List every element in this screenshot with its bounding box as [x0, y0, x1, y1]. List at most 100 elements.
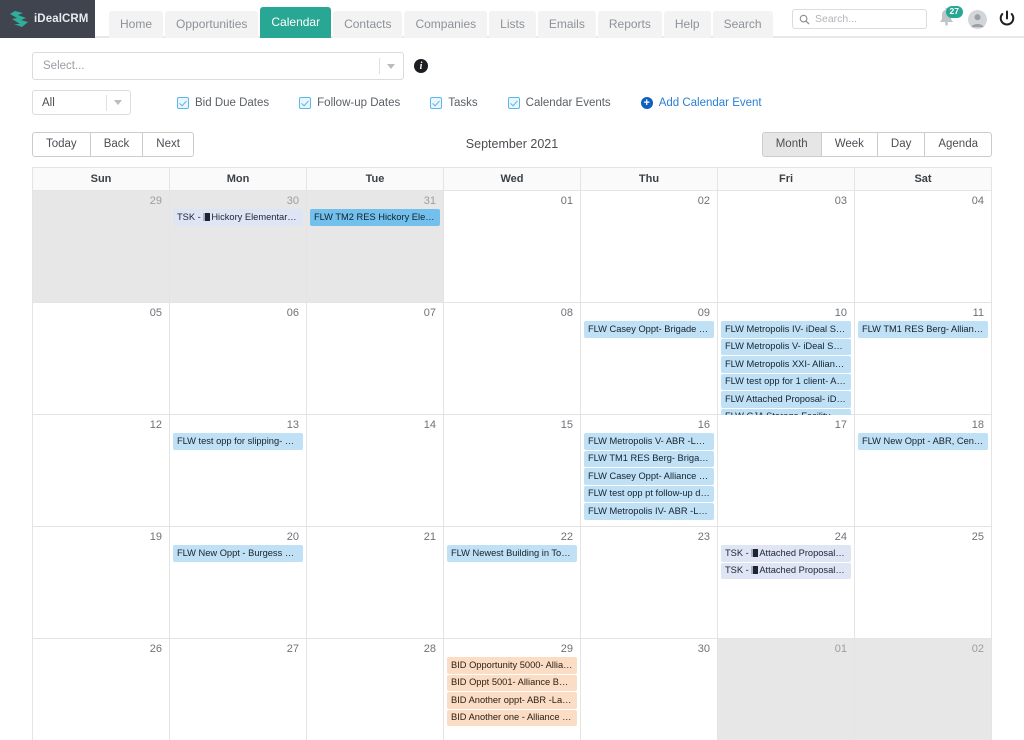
filter-row-bottom: All Bid Due Dates Follow-up Dates Tasks	[32, 90, 992, 115]
calendar-day-cell[interactable]: 12	[33, 415, 170, 527]
nav-item-emails[interactable]: Emails	[537, 11, 596, 38]
calendar-event-chip[interactable]: FLW Metropolis XXI- Alliance Buil...	[721, 356, 851, 373]
calendar-day-cell[interactable]: 28	[307, 639, 444, 740]
calendar-weeks: 29 30 TSK - Hickory Elementary Schoo... 31 F…	[33, 191, 992, 740]
calendar-event-chip[interactable]: TSK - Attached Proposal - Task ...	[721, 562, 851, 579]
task-icon	[751, 548, 759, 557]
calendar-day-cell[interactable]: 21	[307, 527, 444, 639]
calendar-event-chip[interactable]: FLW New Oppt - Burgess Constru...	[173, 545, 303, 562]
calendar-day-cell[interactable]: 26	[33, 639, 170, 740]
back-button[interactable]: Back	[89, 131, 144, 157]
calendar-day-cell[interactable]: 05	[33, 303, 170, 415]
calendar-event-chip[interactable]: BID Another one - Alliance Builder...	[447, 709, 577, 726]
calendar-day-cell[interactable]: 02	[855, 639, 992, 740]
calendar-day-cell[interactable]: 30	[581, 639, 718, 740]
calendar-event-chip[interactable]: BID Opportunity 5000- Alliance B...	[447, 657, 577, 674]
calendar-event-chip[interactable]: BID Another oppt- ABR -Laura A	[447, 692, 577, 709]
type-select-dropdown[interactable]: All	[32, 90, 131, 115]
day-events: FLW test opp for slipping- New C...	[173, 433, 303, 450]
nav-item-help[interactable]: Help	[663, 11, 711, 38]
nav-item-contacts[interactable]: Contacts	[333, 11, 403, 38]
calendar-event-chip[interactable]: TSK - Attached Proposal - Task ...	[721, 545, 851, 562]
power-icon[interactable]	[998, 10, 1016, 28]
view-button-agenda[interactable]: Agenda	[924, 131, 992, 157]
calendar-day-cell[interactable]: 24TSK - Attached Proposal - Task ...TSK …	[718, 527, 855, 639]
calendar-day-cell[interactable]: 15	[444, 415, 581, 527]
nav-item-home[interactable]: Home	[109, 11, 164, 38]
calendar-day-cell[interactable]: 03	[718, 191, 855, 303]
calendar-day-cell[interactable]: 16 FLW Metropolis V- ABR -Laura A FLW TM1 …	[581, 415, 718, 527]
user-avatar-icon[interactable]	[968, 9, 987, 29]
calendar-day-cell[interactable]: 13 FLW test opp for slipping- New C...	[170, 415, 307, 527]
nav-item-opportunities[interactable]: Opportunities	[165, 11, 259, 38]
view-button-day[interactable]: Day	[876, 131, 926, 157]
calendar-day-cell[interactable]: 09 FLW Casey Oppt- Brigade General...	[581, 303, 718, 415]
calendar-event-chip[interactable]: FLW Newest Building in Town- Alli...	[447, 545, 577, 562]
calendar-event-chip[interactable]: FLW TM1 RES Berg- Alliance Build...	[858, 321, 988, 338]
global-search-input[interactable]: Search...	[792, 9, 927, 29]
checkbox-follow-up-dates[interactable]: Follow-up Dates	[299, 96, 400, 109]
event-label: Attached Proposal - Task ...	[759, 547, 851, 558]
checkbox-label: Bid Due Dates	[195, 96, 270, 109]
calendar-day-cell[interactable]: 14	[307, 415, 444, 527]
calendar-day-cell[interactable]: 07	[307, 303, 444, 415]
calendar-day-cell[interactable]: 31 FLW TM2 RES Hickory Elementary ...	[307, 191, 444, 303]
calendar-day-cell[interactable]: 23	[581, 527, 718, 639]
notifications-button[interactable]: 27	[938, 6, 963, 30]
info-icon[interactable]: i	[414, 59, 428, 73]
calendar-day-cell[interactable]: 08	[444, 303, 581, 415]
calendar-event-chip[interactable]: FLW Metropolis IV- iDeal Software...	[721, 321, 851, 338]
calendar-day-cell[interactable]: 11 FLW TM1 RES Berg- Alliance Build...	[855, 303, 992, 415]
calendar-day-cell[interactable]: 19	[33, 527, 170, 639]
calendar-day-cell[interactable]: 18 FLW New Oppt - ABR, Centron -La...	[855, 415, 992, 527]
calendar-day-cell[interactable]: 01	[444, 191, 581, 303]
checkbox-calendar-events[interactable]: Calendar Events	[507, 96, 611, 109]
calendar-day-cell[interactable]: 20 FLW New Oppt - Burgess Constru...	[170, 527, 307, 639]
calendar-event-chip[interactable]: FLW New Oppt - ABR, Centron -La...	[858, 433, 988, 450]
calendar-event-chip[interactable]: FLW test opp for slipping- New C...	[173, 433, 303, 450]
checkbox-tasks[interactable]: Tasks	[430, 96, 478, 109]
calendar-event-chip[interactable]: FLW TM2 RES Hickory Elementary ...	[310, 209, 440, 226]
user-select-dropdown[interactable]: Select...	[32, 52, 404, 80]
calendar-day-cell[interactable]: 02	[581, 191, 718, 303]
nav-item-search[interactable]: Search	[712, 11, 773, 38]
calendar-day-cell[interactable]: 25	[855, 527, 992, 639]
nav-item-companies[interactable]: Companies	[404, 11, 488, 38]
view-button-month[interactable]: Month	[761, 131, 822, 157]
today-button[interactable]: Today	[32, 131, 91, 157]
top-right-actions: Search... 27	[792, 0, 1016, 38]
brand-logo[interactable]: iDealCRM	[0, 0, 95, 38]
calendar-day-cell[interactable]: 27	[170, 639, 307, 740]
day-number: 04	[971, 195, 984, 207]
nav-item-reports[interactable]: Reports	[597, 11, 662, 38]
calendar-event-chip[interactable]: BID Oppt 5001- Alliance Builders -...	[447, 674, 577, 691]
nav-item-lists[interactable]: Lists	[489, 11, 536, 38]
calendar-event-chip[interactable]: TSK - Hickory Elementary Schoo...	[173, 209, 303, 226]
day-number: 13	[286, 419, 299, 431]
calendar-day-cell[interactable]: 01	[718, 639, 855, 740]
calendar-event-chip[interactable]: FLW test opp for 1 client- Alliance...	[721, 373, 851, 390]
checkbox-bid-due-dates[interactable]: Bid Due Dates	[177, 96, 270, 109]
calendar-day-cell[interactable]: 22 FLW Newest Building in Town- Alli...	[444, 527, 581, 639]
calendar-event-chip[interactable]: FLW TM1 RES Berg- Brigade Gene...	[584, 450, 714, 467]
calendar-event-chip[interactable]: FLW Attached Proposal- iDeal Sof...	[721, 391, 851, 408]
calendar-day-cell[interactable]: 17	[718, 415, 855, 527]
calendar-day-cell[interactable]: 30 TSK - Hickory Elementary Schoo...	[170, 191, 307, 303]
calendar-event-chip[interactable]: FLW test opp pt follow-up date- i...	[584, 485, 714, 502]
calendar-day-cell[interactable]: 06	[170, 303, 307, 415]
chevron-down-icon	[387, 63, 395, 69]
calendar-event-chip[interactable]: FLW Metropolis IV- ABR -Laura A	[584, 503, 714, 520]
calendar-event-chip[interactable]: FLW Casey Oppt- Brigade General...	[584, 321, 714, 338]
add-calendar-event-button[interactable]: + Add Calendar Event	[640, 96, 762, 109]
calendar-event-chip[interactable]: FLW Metropolis V- iDeal Software ...	[721, 338, 851, 355]
calendar-day-cell[interactable]: 29BID Opportunity 5000- Alliance B...BID…	[444, 639, 581, 740]
calendar-day-cell[interactable]: 29	[33, 191, 170, 303]
checkbox-checked-icon	[507, 96, 520, 109]
next-button[interactable]: Next	[142, 131, 194, 157]
nav-item-calendar[interactable]: Calendar	[260, 7, 332, 38]
view-button-week[interactable]: Week	[820, 131, 878, 157]
calendar-day-cell[interactable]: 04	[855, 191, 992, 303]
calendar-event-chip[interactable]: FLW Casey Oppt- Alliance Builders...	[584, 468, 714, 485]
calendar-day-cell[interactable]: 10FLW Metropolis IV- iDeal Software...FL…	[718, 303, 855, 425]
calendar-event-chip[interactable]: FLW Metropolis V- ABR -Laura A	[584, 433, 714, 450]
